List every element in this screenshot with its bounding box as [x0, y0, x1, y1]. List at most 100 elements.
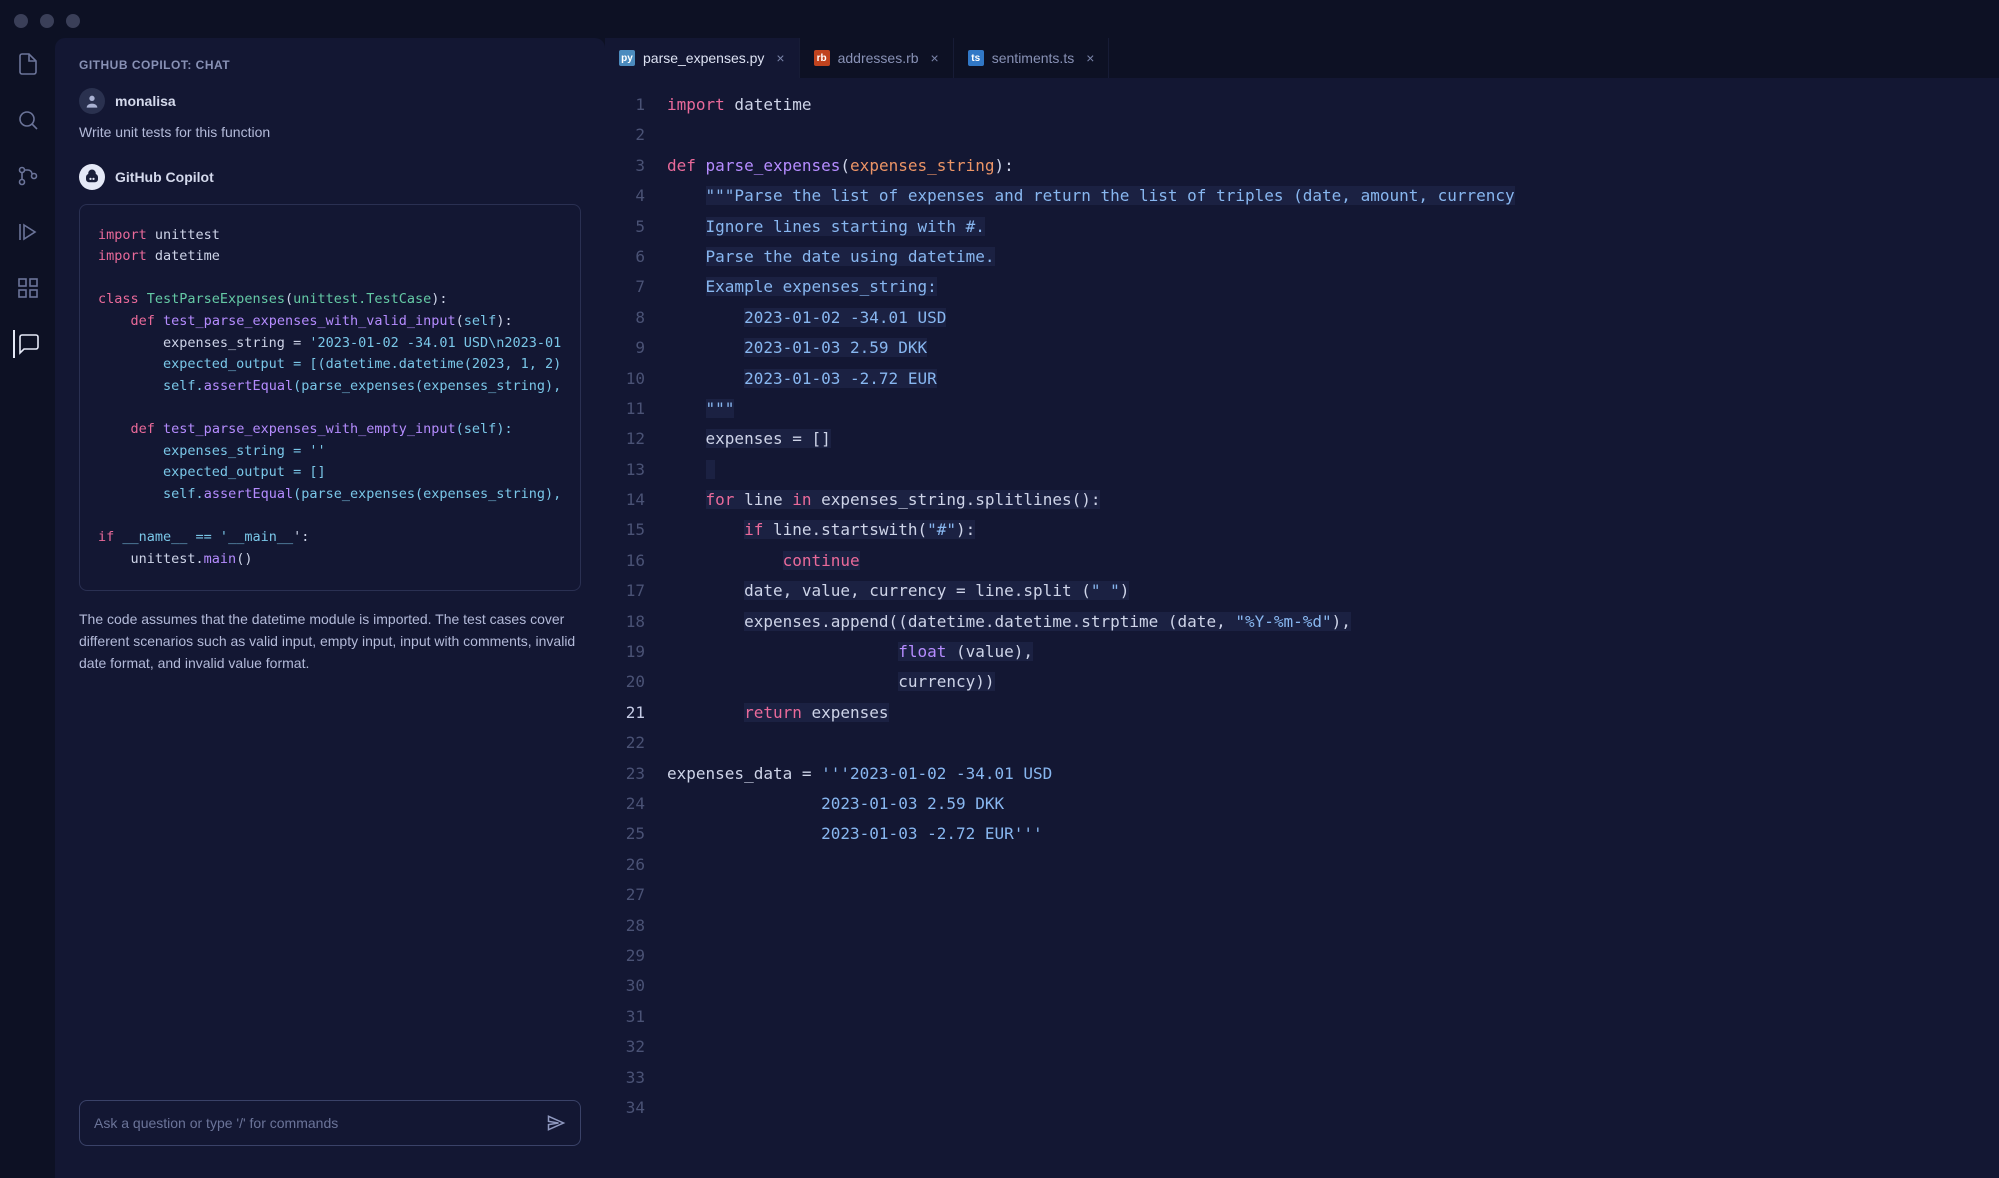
code-line[interactable]: [667, 1032, 1999, 1062]
tab-parse_expenses-py[interactable]: py parse_expenses.py ×: [605, 38, 800, 78]
code-line[interactable]: float (value),: [667, 637, 1999, 667]
line-number: 32: [605, 1032, 645, 1062]
line-number: 25: [605, 819, 645, 849]
explorer-icon[interactable]: [14, 50, 42, 78]
code-line[interactable]: currency)): [667, 667, 1999, 697]
code-line[interactable]: 2023-01-03 -2.72 EUR: [667, 364, 1999, 394]
code-line[interactable]: return expenses: [667, 698, 1999, 728]
code-line[interactable]: [667, 1002, 1999, 1032]
user-avatar: [79, 88, 105, 114]
close-icon[interactable]: ×: [776, 50, 784, 66]
close-icon[interactable]: ×: [931, 50, 939, 66]
line-number: 24: [605, 789, 645, 819]
line-number: 7: [605, 272, 645, 302]
code-line[interactable]: [667, 455, 1999, 485]
line-number: 9: [605, 333, 645, 363]
window-controls: [14, 14, 80, 28]
traffic-light-close[interactable]: [14, 14, 28, 28]
line-number: 27: [605, 880, 645, 910]
code-line[interactable]: [667, 941, 1999, 971]
line-number: 12: [605, 424, 645, 454]
tab-sentiments-ts[interactable]: ts sentiments.ts ×: [954, 38, 1110, 78]
editor-area: py parse_expenses.py × rb addresses.rb × tssen…: [605, 38, 1999, 1178]
user-message: monalisa Write unit tests for this funct…: [79, 88, 581, 144]
code-editor[interactable]: 1234567891011121314151617181920212223242…: [605, 78, 1999, 1178]
line-number: 2: [605, 120, 645, 150]
user-message-text: Write unit tests for this function: [79, 122, 581, 144]
tab-label: addresses.rb: [838, 50, 919, 66]
line-number: 14: [605, 485, 645, 515]
copilot-avatar-icon: [79, 164, 105, 190]
code-line[interactable]: [667, 850, 1999, 880]
code-line[interactable]: 2023-01-02 -34.01 USD: [667, 303, 1999, 333]
line-number: 3: [605, 151, 645, 181]
chat-input-field[interactable]: [94, 1115, 546, 1131]
code-line[interactable]: [667, 728, 1999, 758]
code-line[interactable]: for line in expenses_string.splitlines()…: [667, 485, 1999, 515]
tab-label: parse_expenses.py: [643, 50, 764, 66]
code-line[interactable]: 2023-01-03 2.59 DKK: [667, 789, 1999, 819]
close-icon[interactable]: ×: [1086, 50, 1094, 66]
code-line[interactable]: continue: [667, 546, 1999, 576]
line-number: 29: [605, 941, 645, 971]
line-number: 4: [605, 181, 645, 211]
search-icon[interactable]: [14, 106, 42, 134]
line-number: 8: [605, 303, 645, 333]
code-line[interactable]: date, value, currency = line.split (" "): [667, 576, 1999, 606]
code-line[interactable]: Parse the date using datetime.: [667, 242, 1999, 272]
file-type-icon: rb: [814, 50, 830, 66]
line-number: 1: [605, 90, 645, 120]
tab-label: sentiments.ts: [992, 50, 1074, 66]
line-number: 18: [605, 607, 645, 637]
code-line[interactable]: import datetime: [667, 90, 1999, 120]
chat-panel: GITHUB COPILOT: CHAT monalisa Write unit…: [55, 38, 605, 1178]
code-line[interactable]: Ignore lines starting with #.: [667, 212, 1999, 242]
line-gutter: 1234567891011121314151617181920212223242…: [605, 90, 667, 1178]
source-control-icon[interactable]: [14, 162, 42, 190]
chat-icon[interactable]: [13, 330, 41, 358]
code-line[interactable]: def parse_expenses(expenses_string):: [667, 151, 1999, 181]
traffic-light-zoom[interactable]: [66, 14, 80, 28]
code-line[interactable]: """Parse the list of expenses and return…: [667, 181, 1999, 211]
code-line[interactable]: 2023-01-03 -2.72 EUR''': [667, 819, 1999, 849]
line-number: 13: [605, 455, 645, 485]
assistant-name: GitHub Copilot: [115, 169, 214, 185]
line-number: 23: [605, 759, 645, 789]
tab-addresses-rb[interactable]: rb addresses.rb ×: [800, 38, 954, 78]
send-icon[interactable]: [546, 1113, 566, 1133]
code-line[interactable]: expenses.append((datetime.datetime.strpt…: [667, 607, 1999, 637]
chat-input[interactable]: [79, 1100, 581, 1146]
file-type-icon: py: [619, 50, 635, 66]
code-line[interactable]: expenses_data = '''2023-01-02 -34.01 USD: [667, 759, 1999, 789]
code-line[interactable]: """: [667, 394, 1999, 424]
code-line[interactable]: if line.startswith("#"):: [667, 515, 1999, 545]
line-number: 17: [605, 576, 645, 606]
code-line[interactable]: 2023-01-03 2.59 DKK: [667, 333, 1999, 363]
line-number: 10: [605, 364, 645, 394]
run-debug-icon[interactable]: [14, 218, 42, 246]
line-number: 16: [605, 546, 645, 576]
line-number: 21: [605, 698, 645, 728]
code-line[interactable]: [667, 880, 1999, 910]
assistant-message: GitHub Copilot import unittest import da…: [79, 164, 581, 675]
code-line[interactable]: [667, 971, 1999, 1001]
activity-bar: [0, 38, 55, 1178]
code-line[interactable]: [667, 911, 1999, 941]
line-number: 6: [605, 242, 645, 272]
traffic-light-minimize[interactable]: [40, 14, 54, 28]
code-line[interactable]: expenses = []: [667, 424, 1999, 454]
code-content[interactable]: import datetime def parse_expenses(expen…: [667, 90, 1999, 1178]
file-type-icon: ts: [968, 50, 984, 66]
code-line[interactable]: [667, 120, 1999, 150]
line-number: 19: [605, 637, 645, 667]
code-line[interactable]: [667, 1063, 1999, 1093]
extensions-icon[interactable]: [14, 274, 42, 302]
line-number: 26: [605, 850, 645, 880]
line-number: 31: [605, 1002, 645, 1032]
code-line[interactable]: [667, 1093, 1999, 1123]
line-number: 20: [605, 667, 645, 697]
assistant-code-block[interactable]: import unittest import datetime class Te…: [79, 204, 581, 592]
line-number: 30: [605, 971, 645, 1001]
line-number: 28: [605, 911, 645, 941]
code-line[interactable]: Example expenses_string:: [667, 272, 1999, 302]
